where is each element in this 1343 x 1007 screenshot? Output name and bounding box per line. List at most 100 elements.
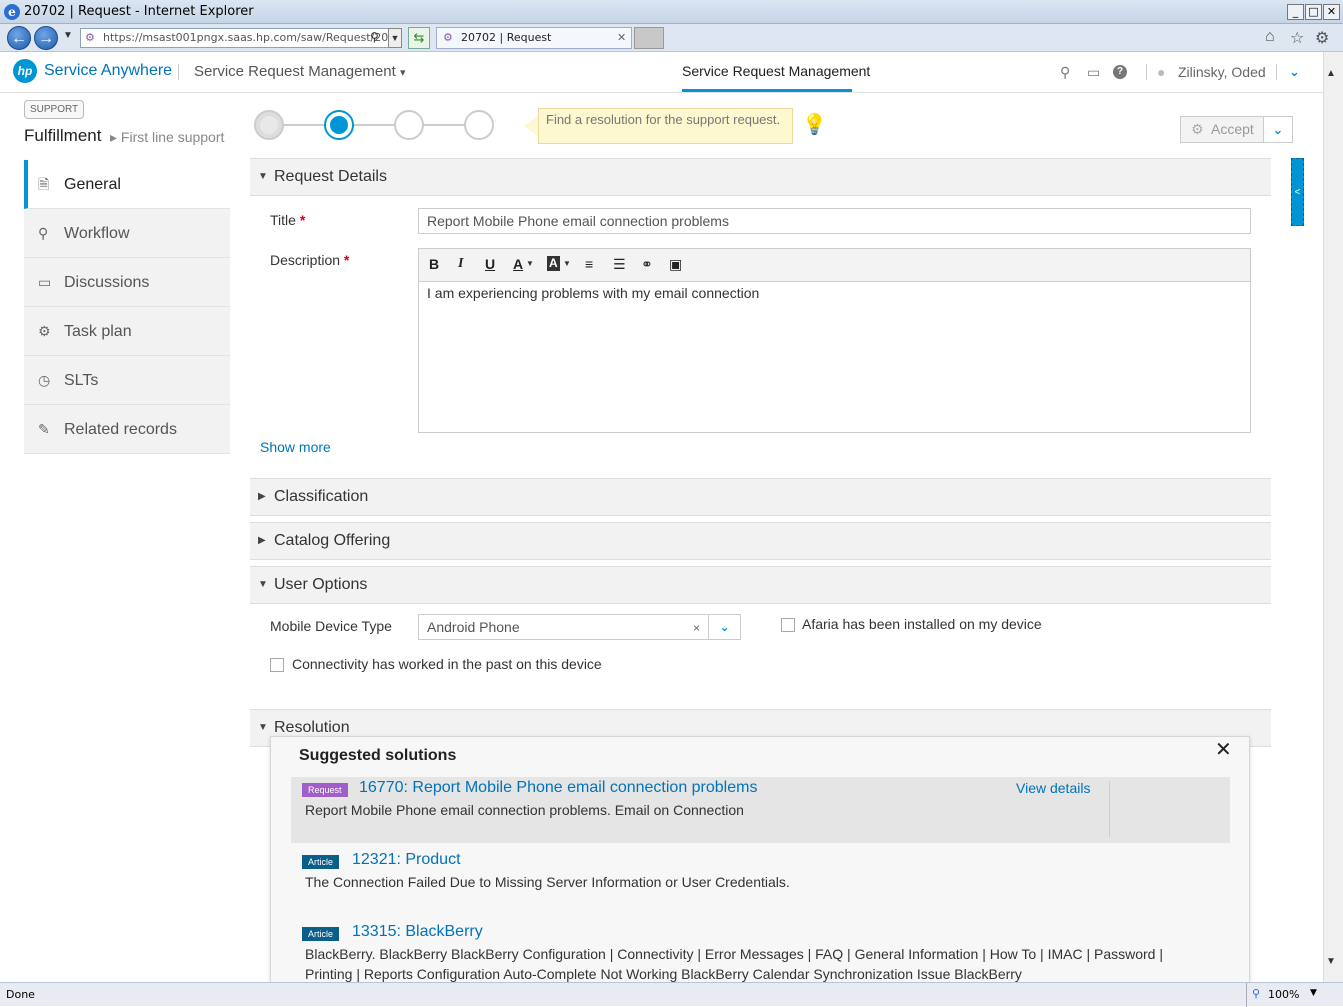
task-plan-icon: ⚙	[38, 323, 51, 339]
description-editor[interactable]: I am experiencing problems with my email…	[418, 281, 1251, 433]
title-input[interactable]: Report Mobile Phone email connection pro…	[418, 208, 1251, 234]
popup-title: Suggested solutions	[299, 747, 457, 764]
app-header: hp Service Anywhere Service Request Mana…	[0, 52, 1323, 93]
clock-icon: ◷	[38, 372, 51, 388]
title-label: Title *	[270, 212, 306, 228]
underline-button[interactable]: U	[485, 256, 495, 272]
zoom-dropdown-icon[interactable]: ▼	[1310, 988, 1317, 998]
subphase-label: ▸ First line support	[110, 129, 225, 145]
mobile-device-dropdown-chevron-icon[interactable]: ⌄	[708, 614, 741, 640]
tab-close-icon[interactable]: ✕	[617, 28, 626, 48]
url-input[interactable]: ⚙ https://msast001pngx.saas.hp.com/saw/R…	[80, 28, 402, 48]
new-tab-button[interactable]	[634, 27, 664, 49]
font-color-chevron-icon[interactable]: ▼	[526, 259, 534, 268]
mobile-device-select[interactable]: Android Phone ×	[418, 614, 709, 640]
phase-label: Fulfillment	[24, 126, 102, 145]
user-menu-chevron-icon[interactable]: ⌄	[1289, 64, 1300, 80]
chat-icon[interactable]: ▭	[1087, 64, 1100, 81]
expand-triangle-icon: ▶	[258, 491, 266, 502]
bold-button[interactable]: B	[429, 256, 439, 272]
back-button[interactable]: ←	[7, 26, 31, 50]
forward-button[interactable]: →	[34, 26, 58, 50]
section-request-details[interactable]: ▼ Request Details	[250, 158, 1271, 196]
side-panel-toggle[interactable]: <	[1291, 158, 1304, 226]
rich-text-toolbar: B I U A ▼ A ▼ ≡ ☰ ⚭ ▣	[418, 248, 1251, 282]
sidebar-item-label: Task plan	[64, 323, 132, 340]
section-catalog-offering[interactable]: ▶ Catalog Offering	[250, 522, 1271, 560]
bg-color-chevron-icon[interactable]: ▼	[563, 259, 571, 268]
italic-button[interactable]: I	[458, 256, 463, 272]
section-classification[interactable]: ▶ Classification	[250, 478, 1271, 516]
maximize-button[interactable]: □	[1305, 4, 1322, 20]
help-icon[interactable]: ?	[1113, 65, 1127, 79]
solution-description: The Connection Failed Due to Missing Ser…	[305, 874, 790, 890]
phase-step-final[interactable]	[464, 110, 494, 140]
afaria-checkbox[interactable]	[781, 618, 795, 632]
history-dropdown-icon[interactable]: ▼	[63, 30, 73, 41]
section-title: Classification	[274, 488, 369, 505]
scroll-up-icon[interactable]: ▲	[1326, 68, 1336, 79]
header-divider-3	[1276, 64, 1277, 80]
favorites-star-icon[interactable]: ☆	[1290, 28, 1304, 48]
connectivity-checkbox[interactable]	[270, 658, 284, 672]
solution-type-badge: Request	[302, 783, 348, 797]
solution-type-badge: Article	[302, 927, 340, 941]
close-window-button[interactable]: ✕	[1323, 4, 1340, 20]
lightbulb-icon[interactable]: 💡	[802, 112, 827, 137]
search-url-icon[interactable]: ⚲	[370, 30, 379, 44]
refresh-icon[interactable]: ⇆	[408, 27, 430, 49]
solution-title-link[interactable]: 12321: Product	[352, 851, 461, 869]
hp-logo[interactable]: hp	[13, 59, 37, 83]
mobile-device-value: Android Phone	[427, 619, 520, 635]
phase-step-next[interactable]	[394, 110, 424, 140]
status-divider	[1246, 983, 1247, 1007]
background-color-button[interactable]: A	[547, 256, 560, 271]
sidebar-item-slts[interactable]: ◷ SLTs	[24, 356, 230, 405]
solution-title-link[interactable]: 16770: Report Mobile Phone email connect…	[359, 779, 757, 797]
solution-title-link[interactable]: 13315: BlackBerry	[352, 923, 483, 941]
url-text: https://msast001pngx.saas.hp.com/saw/Req…	[103, 31, 400, 44]
image-button[interactable]: ▣	[669, 256, 682, 273]
browser-tab[interactable]: ⚙ 20702 | Request ✕	[436, 27, 632, 49]
active-tab-indicator	[682, 89, 852, 92]
section-user-options[interactable]: ▼ User Options	[250, 566, 1271, 604]
module-selector[interactable]: Service Request Management ▾	[194, 63, 405, 80]
view-details-link[interactable]: View details	[1016, 780, 1090, 796]
sidebar-item-workflow[interactable]: ⚲ Workflow	[24, 209, 230, 258]
font-color-button[interactable]: A	[513, 256, 523, 272]
sidebar-item-discussions[interactable]: ▭ Discussions	[24, 258, 230, 307]
phase-step-log[interactable]	[254, 110, 284, 140]
brand-name[interactable]: Service Anywhere	[44, 62, 172, 80]
connectivity-label: Connectivity has worked in the past on t…	[292, 656, 602, 672]
phase-step-current[interactable]	[324, 110, 354, 140]
solution-divider	[1109, 781, 1110, 837]
page-scrollbar[interactable]	[1323, 52, 1343, 982]
search-icon[interactable]: ⚲	[1060, 64, 1070, 81]
home-icon[interactable]: ⌂	[1265, 28, 1275, 46]
record-type-badge: SUPPORT	[24, 100, 85, 119]
clear-icon[interactable]: ×	[693, 616, 700, 640]
sidebar-item-related-records[interactable]: ✎ Related records	[24, 405, 230, 454]
step-connector	[424, 124, 466, 126]
sidebar-item-label: General	[64, 176, 121, 193]
accept-dropdown-chevron-icon[interactable]: ⌄	[1263, 116, 1293, 143]
tools-gear-icon[interactable]: ⚙	[1315, 28, 1329, 48]
show-more-link[interactable]: Show more	[260, 439, 331, 455]
user-name[interactable]: Zilinsky, Oded	[1178, 64, 1266, 80]
ordered-list-button[interactable]: ≡	[585, 256, 593, 272]
minimize-button[interactable]: _	[1287, 4, 1304, 20]
section-title: Catalog Offering	[274, 532, 391, 549]
expand-triangle-icon: ▶	[258, 535, 266, 546]
zoom-icon[interactable]: ⚲	[1252, 987, 1260, 1000]
tab-service-request-management[interactable]: Service Request Management	[682, 63, 870, 79]
close-icon[interactable]: ✕	[1215, 737, 1232, 762]
ie-logo-icon: e	[4, 4, 20, 20]
accept-button[interactable]: ⚙ Accept	[1180, 116, 1264, 143]
zoom-level[interactable]: 100%	[1268, 988, 1299, 1001]
link-button[interactable]: ⚭	[641, 256, 653, 273]
scroll-down-icon[interactable]: ▼	[1326, 956, 1336, 967]
url-dropdown-button[interactable]: ▼	[388, 28, 402, 48]
sidebar-item-general[interactable]: 🗎 General	[24, 160, 230, 209]
sidebar-item-task-plan[interactable]: ⚙ Task plan	[24, 307, 230, 356]
bullet-list-button[interactable]: ☰	[613, 256, 626, 273]
